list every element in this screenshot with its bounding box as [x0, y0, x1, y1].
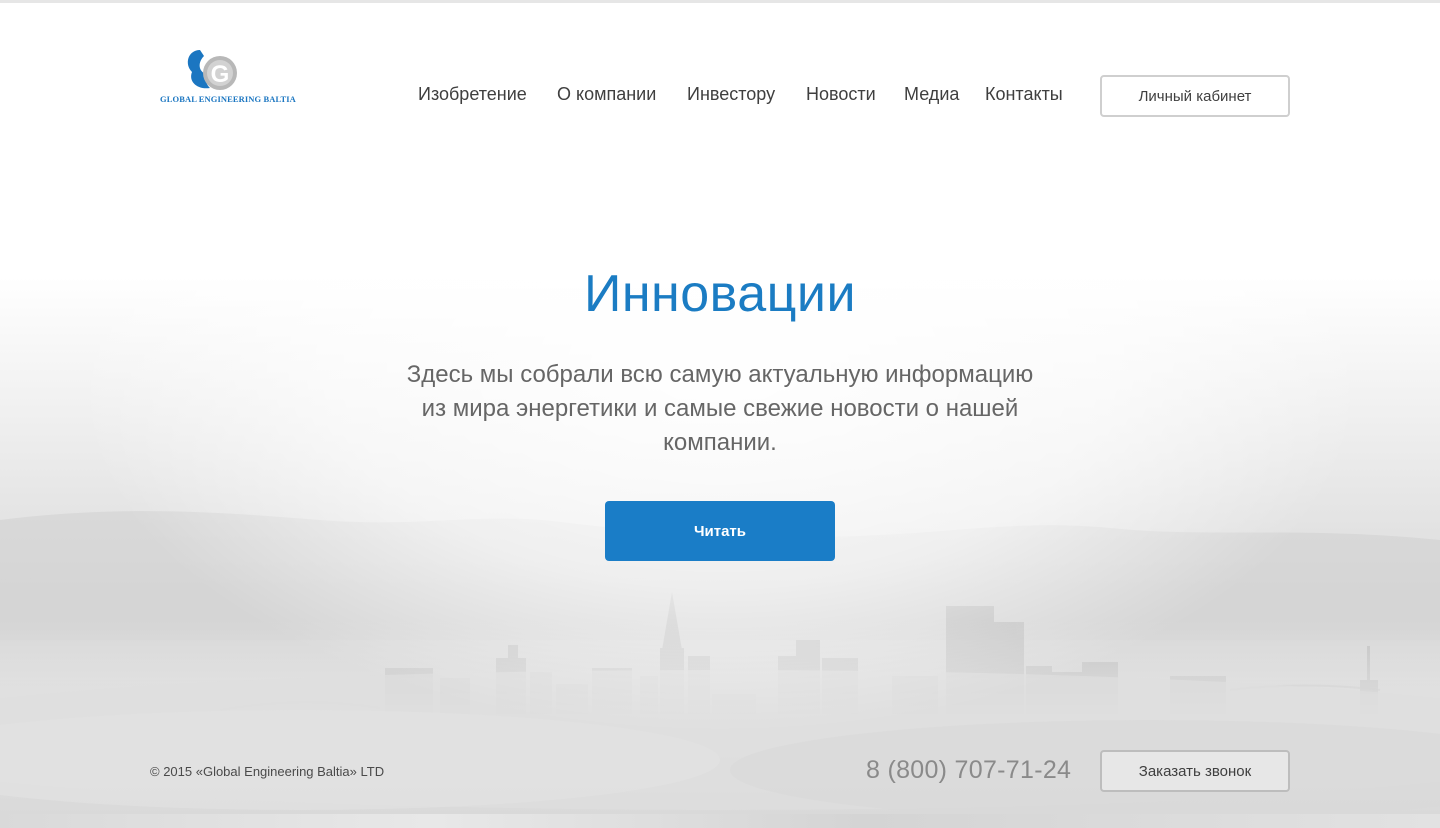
bottom-border	[0, 814, 1440, 828]
nav-item-investor[interactable]: Инвестору	[687, 84, 775, 105]
nav-item-about[interactable]: О компании	[557, 84, 656, 105]
hero-title: Инновации	[583, 265, 857, 323]
copyright-text: © 2015 «Global Engineering Baltia» LTD	[150, 764, 385, 779]
nav-item-invention[interactable]: Изобретение	[418, 84, 527, 105]
personal-cabinet-button[interactable]: Личный кабинет	[1100, 75, 1290, 117]
top-border	[0, 0, 1440, 3]
phone-number[interactable]: 8 (800) 707-71-24	[866, 756, 1071, 785]
nav-item-contacts[interactable]: Контакты	[985, 84, 1063, 105]
page: G GLOBAL ENGINEERING BALTIA Изобретение …	[0, 0, 1440, 828]
hero-subtitle: Здесь мы собрали всю самую актуальную ин…	[406, 361, 1034, 456]
nav-item-news[interactable]: Новости	[806, 84, 876, 105]
request-call-button[interactable]: Заказать звонок	[1100, 750, 1290, 792]
nav-item-media[interactable]: Медиа	[904, 84, 959, 105]
read-button[interactable]: Читать	[605, 501, 835, 561]
